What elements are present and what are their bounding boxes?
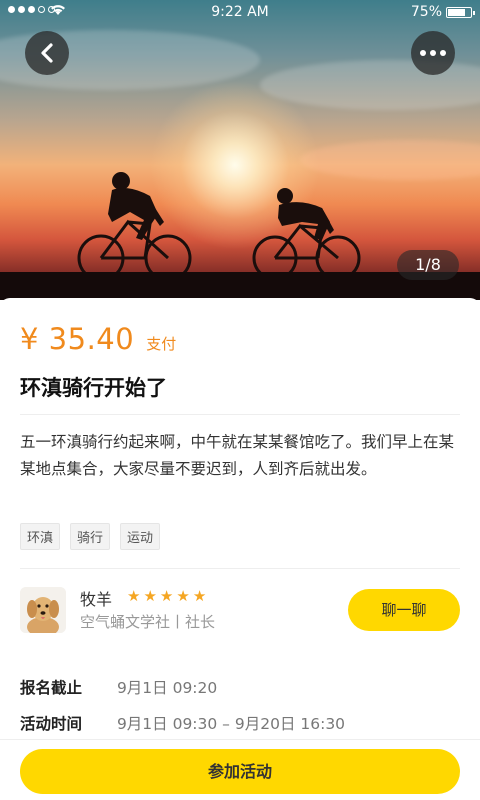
organizer-row: 牧羊 ★ ★ ★ ★ ★ 空气蛹文学社丨社长 聊一聊 (20, 586, 460, 634)
tag[interactable]: 骑行 (70, 523, 111, 550)
chat-button[interactable]: 聊一聊 (348, 589, 460, 631)
event-title: 环滇骑行开始了 (20, 376, 167, 400)
organizer-affiliation: 空气蛹文学社丨社长 (80, 613, 216, 631)
battery-percent: 75% (410, 4, 442, 20)
signup-deadline-label: 报名截止 (20, 679, 83, 697)
divider (20, 568, 460, 569)
star-icon: ★ (192, 587, 207, 605)
status-bar: 9:22 AM 75% (0, 0, 480, 24)
tag[interactable]: 运动 (120, 523, 161, 550)
pay-label: 支付 (146, 335, 177, 353)
avatar[interactable] (20, 587, 66, 633)
star-icon: ★ (143, 587, 157, 605)
battery-fill (448, 9, 465, 16)
dog-avatar-image (20, 587, 66, 633)
star-icon: ★ (176, 587, 190, 605)
hero-image[interactable]: 9:22 AM 75% 1/8 (0, 0, 480, 300)
divider (20, 414, 460, 415)
activity-time-row: 活动时间 9月1日 09:30 – 9月20日 16:30 (20, 712, 345, 734)
tag[interactable]: 环滇 (20, 523, 61, 550)
star-icon: ★ (127, 587, 141, 605)
more-horizontal-icon (420, 50, 446, 56)
image-pager: 1/8 (397, 250, 459, 280)
activity-time-label: 活动时间 (20, 715, 83, 733)
signup-deadline-value: 9月1日 09:20 (116, 679, 218, 697)
battery-icon (446, 7, 475, 18)
rating-stars: ★ ★ ★ ★ ★ (127, 587, 206, 605)
event-price: ¥ 35.40 (20, 322, 135, 356)
event-description: 五一环滇骑行约起来啊，中午就在某某餐馆吃了。我们早上在某某地点集合，大家尽量不要… (20, 433, 455, 478)
event-detail-card: ¥ 35.40 支付 环滇骑行开始了 五一环滇骑行约起来啊，中午就在某某餐馆吃了… (0, 298, 480, 738)
back-button[interactable] (25, 31, 69, 75)
status-time: 9:22 AM (211, 4, 269, 20)
signup-deadline-row: 报名截止 9月1日 09:20 (20, 676, 217, 698)
chevron-left-icon (41, 43, 53, 63)
tag-list: 环滇 骑行 运动 (20, 523, 161, 550)
star-icon: ★ (159, 587, 174, 605)
bottom-action-bar: 参加活动 (0, 739, 480, 800)
price-row: ¥ 35.40 支付 (20, 322, 176, 356)
more-button[interactable] (411, 31, 455, 75)
organizer-name: 牧羊 (80, 590, 113, 609)
join-event-button[interactable]: 参加活动 (20, 749, 460, 794)
activity-time-value: 9月1日 09:30 – 9月20日 16:30 (116, 715, 346, 733)
